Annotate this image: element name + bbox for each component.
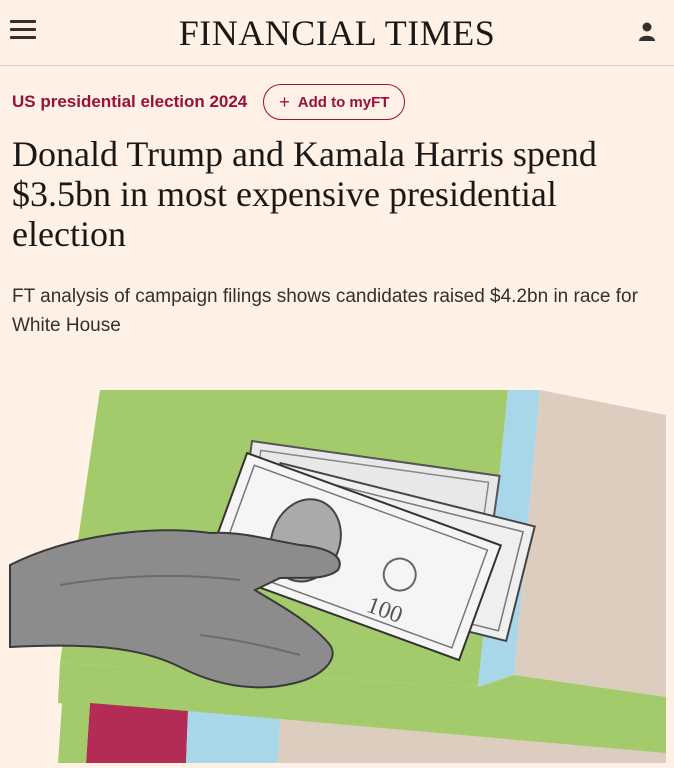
- topic-row: US presidential election 2024 + Add to m…: [12, 84, 406, 120]
- add-to-myft-label: Add to myFT: [297, 93, 390, 111]
- topic-link[interactable]: US presidential election 2024: [12, 92, 247, 112]
- user-account-icon[interactable]: [638, 22, 656, 42]
- masthead-logo[interactable]: FINANCIAL TIMES: [0, 12, 674, 54]
- top-bar: FINANCIAL TIMES: [0, 0, 674, 66]
- article-headline: Donald Trump and Kamala Harris spend $3.…: [12, 134, 597, 254]
- hero-image: 100 100: [0, 385, 674, 763]
- plus-icon: +: [279, 91, 290, 112]
- add-to-myft-button[interactable]: + Add to myFT: [263, 84, 406, 120]
- article-standfirst: FT analysis of campaign filings shows ca…: [12, 286, 638, 336]
